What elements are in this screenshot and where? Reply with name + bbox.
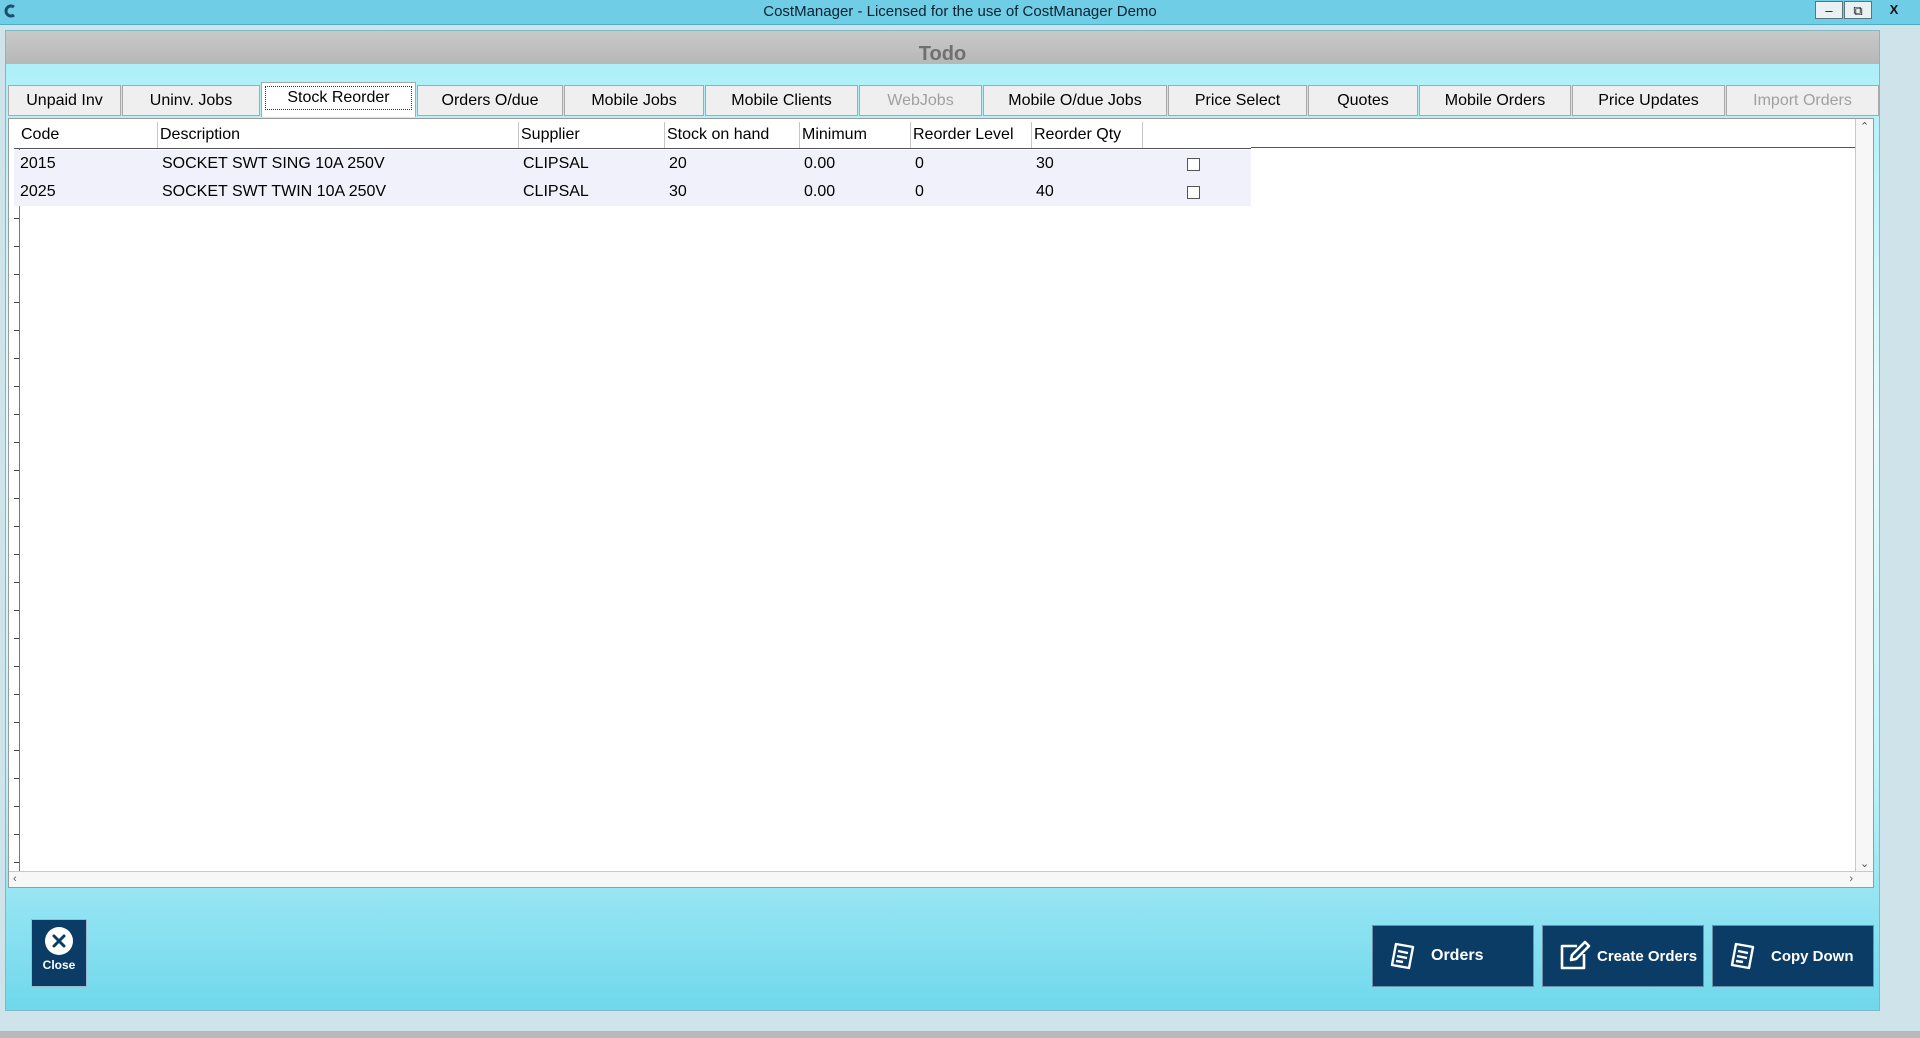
cell-stock-on-hand: 20: [669, 155, 687, 172]
tab-mobile-clients[interactable]: Mobile Clients: [705, 85, 858, 116]
window-titlebar: CostManager - Licensed for the use of Co…: [0, 0, 1920, 25]
status-bar: [0, 1031, 1920, 1038]
cell-supplier: CLIPSAL: [523, 183, 589, 200]
restore-button[interactable]: ⧉: [1844, 1, 1872, 19]
close-button-label: Close: [42, 958, 76, 972]
scroll-up-icon[interactable]: ⌃: [1860, 121, 1869, 133]
tab-webjobs: WebJobs: [859, 85, 982, 116]
cell-reorder-qty: 40: [1036, 183, 1054, 200]
tab-import-orders: Import Orders: [1726, 85, 1879, 116]
close-button[interactable]: Close: [31, 919, 87, 987]
table-row[interactable]: 2025 SOCKET SWT TWIN 10A 250V CLIPSAL 30…: [14, 178, 1251, 206]
edit-document-icon: [1555, 937, 1593, 975]
column-header-description[interactable]: Description: [158, 122, 519, 148]
grid-header-row: Code Description Supplier Stock on hand …: [14, 122, 1251, 149]
table-row[interactable]: 2015 SOCKET SWT SING 10A 250V CLIPSAL 20…: [14, 150, 1251, 178]
orders-button-label: Orders: [1431, 947, 1484, 964]
scroll-down-icon[interactable]: ⌄: [1860, 858, 1869, 870]
row-select-checkbox[interactable]: [1187, 186, 1200, 199]
row-indicator-column: [14, 122, 20, 872]
tab-uninv-jobs[interactable]: Uninv. Jobs: [122, 85, 260, 116]
column-header-reorder-level[interactable]: Reorder Level: [911, 122, 1032, 148]
column-header-code[interactable]: Code: [19, 122, 158, 148]
scroll-right-icon[interactable]: ›: [1849, 873, 1853, 885]
tab-quotes[interactable]: Quotes: [1308, 85, 1418, 116]
column-header-reorder-qty[interactable]: Reorder Qty: [1032, 122, 1143, 148]
receipt-icon: [1725, 937, 1763, 975]
column-header-stock-on-hand[interactable]: Stock on hand: [665, 122, 800, 148]
window-title: CostManager - Licensed for the use of Co…: [763, 3, 1157, 20]
column-header-select[interactable]: [1143, 122, 1251, 148]
horizontal-scrollbar[interactable]: ‹ ›: [9, 871, 1873, 887]
cell-code: 2015: [20, 155, 56, 172]
tab-bar: Unpaid Inv Uninv. Jobs Stock Reorder Ord…: [6, 82, 1879, 118]
copy-down-button-label: Copy Down: [1771, 947, 1854, 965]
row-select-checkbox[interactable]: [1187, 158, 1200, 171]
scroll-left-icon[interactable]: ‹: [13, 873, 17, 885]
column-header-minimum[interactable]: Minimum: [800, 122, 911, 148]
cell-reorder-level: 0: [915, 183, 924, 200]
copy-down-button[interactable]: Copy Down: [1712, 925, 1874, 987]
create-orders-button-label: Create Orders: [1597, 947, 1698, 965]
cell-reorder-level: 0: [915, 155, 924, 172]
cell-minimum: 0.00: [804, 183, 836, 200]
cell-supplier: CLIPSAL: [523, 155, 589, 172]
tab-unpaid-inv[interactable]: Unpaid Inv: [8, 85, 121, 116]
cell-description: SOCKET SWT TWIN 10A 250V: [162, 183, 387, 200]
grid-body: Code Description Supplier Stock on hand …: [14, 122, 1855, 872]
stock-reorder-grid[interactable]: Code Description Supplier Stock on hand …: [8, 118, 1874, 888]
receipt-icon: [1385, 937, 1423, 975]
cell-minimum: 0.00: [804, 155, 836, 172]
column-header-supplier[interactable]: Supplier: [519, 122, 665, 148]
tab-mobile-orders[interactable]: Mobile Orders: [1419, 85, 1571, 116]
close-window-button[interactable]: X: [1873, 1, 1915, 19]
tab-stock-reorder[interactable]: Stock Reorder: [261, 82, 416, 117]
vertical-scrollbar[interactable]: ⌃ ⌄: [1855, 119, 1873, 872]
tab-price-select[interactable]: Price Select: [1168, 85, 1307, 116]
cell-description: SOCKET SWT SING 10A 250V: [162, 155, 385, 172]
tab-orders-odue[interactable]: Orders O/due: [417, 85, 563, 116]
cell-stock-on-hand: 30: [669, 183, 687, 200]
todo-form: Todo Unpaid Inv Uninv. Jobs Stock Reorde…: [5, 30, 1880, 1011]
tab-price-updates[interactable]: Price Updates: [1572, 85, 1725, 116]
tab-mobile-jobs[interactable]: Mobile Jobs: [564, 85, 704, 116]
close-x-icon: [45, 927, 73, 955]
form-title: Todo: [6, 31, 1879, 65]
orders-button[interactable]: Orders: [1372, 925, 1534, 987]
tab-mobile-odue-jobs[interactable]: Mobile O/due Jobs: [983, 85, 1167, 116]
create-orders-button[interactable]: Create Orders: [1542, 925, 1704, 987]
minimize-button[interactable]: ‒: [1815, 1, 1843, 19]
cell-reorder-qty: 30: [1036, 155, 1054, 172]
cell-code: 2025: [20, 183, 56, 200]
